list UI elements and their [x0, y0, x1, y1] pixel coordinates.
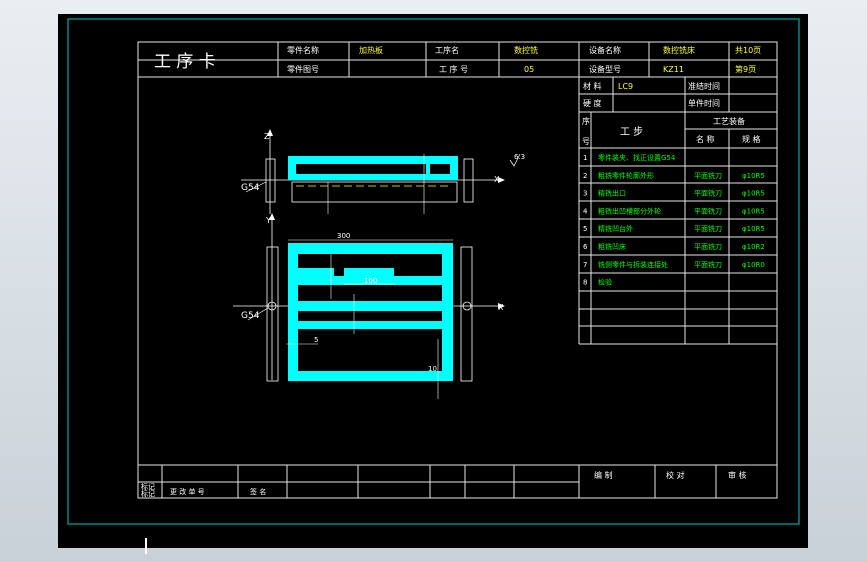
part-plan [288, 243, 453, 381]
proofread-label: 校 对 [666, 470, 685, 480]
tool-name-label: 名 称 [696, 134, 715, 144]
part-number-label: 零件图号 [287, 64, 319, 74]
process-name-value: 数控铣 [514, 45, 538, 55]
process-no-value: 05 [524, 65, 534, 74]
cad-viewport[interactable]: 工 序 卡 零件名称 加热板 工序名 数控铣 设备名称 数控铣床 共10页 零件… [58, 14, 808, 554]
step-tool-spec: φ10R5 [742, 225, 765, 233]
tool-spec-label: 规 格 [742, 134, 761, 144]
step-description: 检验 [598, 278, 612, 287]
equipment-name-value: 数控铣床 [663, 45, 695, 55]
command-line-cursor[interactable] [145, 538, 147, 554]
part-section [288, 156, 458, 180]
fixture-base [291, 181, 458, 203]
step-number: 4 [583, 207, 588, 215]
step-tool-spec: φ10R5 [742, 190, 765, 198]
step-tool-spec: φ10R5 [742, 172, 765, 180]
step-tool-name: 平面铣刀 [694, 206, 722, 215]
seq-label-top: 序 [582, 116, 590, 126]
part-name-label: 零件名称 [287, 45, 319, 55]
part-name-value: 加热板 [359, 45, 383, 55]
steps-rows: 1 零件装夹、找正设置G542 粗铣零件轮廓外形 平面铣刀 φ10R53 精铣出口 平面铣刀… [583, 153, 765, 287]
step-tool-spec: φ10R5 [742, 207, 765, 215]
right-clamp-plan [460, 246, 473, 382]
page-no: 第9页 [735, 64, 756, 74]
process-no-label: 工 序 号 [439, 64, 468, 74]
material-label: 材 料 [583, 81, 602, 91]
step-number: 5 [583, 225, 587, 233]
axis-x-top: X [494, 175, 500, 184]
compile-label: 编 制 [594, 470, 613, 480]
total-pages: 共10页 [735, 46, 761, 55]
step-number: 6 [583, 243, 588, 251]
step-description: 粗铣出凹槽部分外轮 [598, 206, 661, 215]
axis-x-bottom: X [498, 303, 504, 312]
inner-frame [137, 41, 778, 499]
prep-time-label: 准结时间 [688, 81, 720, 91]
step-number: 8 [583, 279, 587, 287]
side-view: X Z G54 6.3 [241, 129, 525, 214]
dim-small-10: 10 [428, 365, 437, 373]
g54-bottom-label: G54 [241, 311, 260, 321]
step-number: 1 [583, 154, 587, 162]
sign-label: 签 名 [250, 487, 266, 496]
process-name-label: 工序名 [435, 45, 459, 55]
footer-grid [138, 464, 777, 498]
step-number: 2 [583, 172, 587, 180]
step-description: 精铣出口 [598, 189, 626, 198]
card-title: 工 序 卡 [154, 52, 216, 72]
zone-label: 标记 [141, 489, 155, 498]
step-description: 铣侧零件与拆装连接处 [598, 260, 668, 269]
axis-y-bottom: Y [265, 216, 271, 225]
dim-top-width: 300 [337, 232, 350, 240]
step-tool-spec: φ10R0 [742, 261, 765, 269]
g54-top-label: G54 [241, 183, 260, 193]
step-description: 精铣凹台外 [598, 224, 633, 233]
step-tool-name: 平面铣刀 [694, 224, 722, 233]
equipment-model-value: KZ11 [663, 65, 684, 74]
equipment-name-label: 设备名称 [589, 45, 621, 55]
step-description: 零件装夹、找正设置G54 [598, 153, 676, 162]
left-clamp [265, 158, 276, 203]
dim-slot-width: 100 [364, 277, 377, 285]
axis-z-top: Z [264, 132, 270, 141]
step-number: 7 [583, 261, 587, 269]
unit-time-label: 单件时间 [688, 98, 720, 108]
outer-border [67, 18, 800, 525]
step-tool-name: 平面铣刀 [694, 171, 722, 180]
step-description: 粗铣凹床 [598, 242, 626, 251]
step-tool-name: 平面铣刀 [694, 242, 722, 251]
right-clamp [463, 158, 474, 203]
step-tool-name: 平面铣刀 [694, 260, 722, 269]
material-value: LC9 [618, 82, 633, 91]
change-doc-label: 更 改 单 号 [170, 487, 205, 496]
step-description: 粗铣零件轮廓外形 [598, 171, 654, 180]
dim-side-5: 5 [314, 336, 318, 344]
step-label: 工 步 [620, 126, 643, 138]
equipment-label: 工艺装备 [713, 116, 745, 126]
equipment-model-label: 设备型号 [589, 64, 621, 74]
plan-view: 300 100 5 10 X Y G54 [233, 213, 505, 399]
seq-label-bottom: 号 [582, 137, 590, 146]
hardness-label: 硬 度 [583, 98, 602, 108]
review-label: 审 核 [728, 470, 747, 480]
process-card-drawing: 工 序 卡 零件名称 加热板 工序名 数控铣 设备名称 数控铣床 共10页 零件… [67, 18, 800, 525]
step-number: 3 [583, 190, 587, 198]
step-tool-name: 平面铣刀 [694, 189, 722, 198]
step-tool-spec: φ10R2 [742, 243, 765, 251]
left-clamp-plan [266, 246, 279, 382]
